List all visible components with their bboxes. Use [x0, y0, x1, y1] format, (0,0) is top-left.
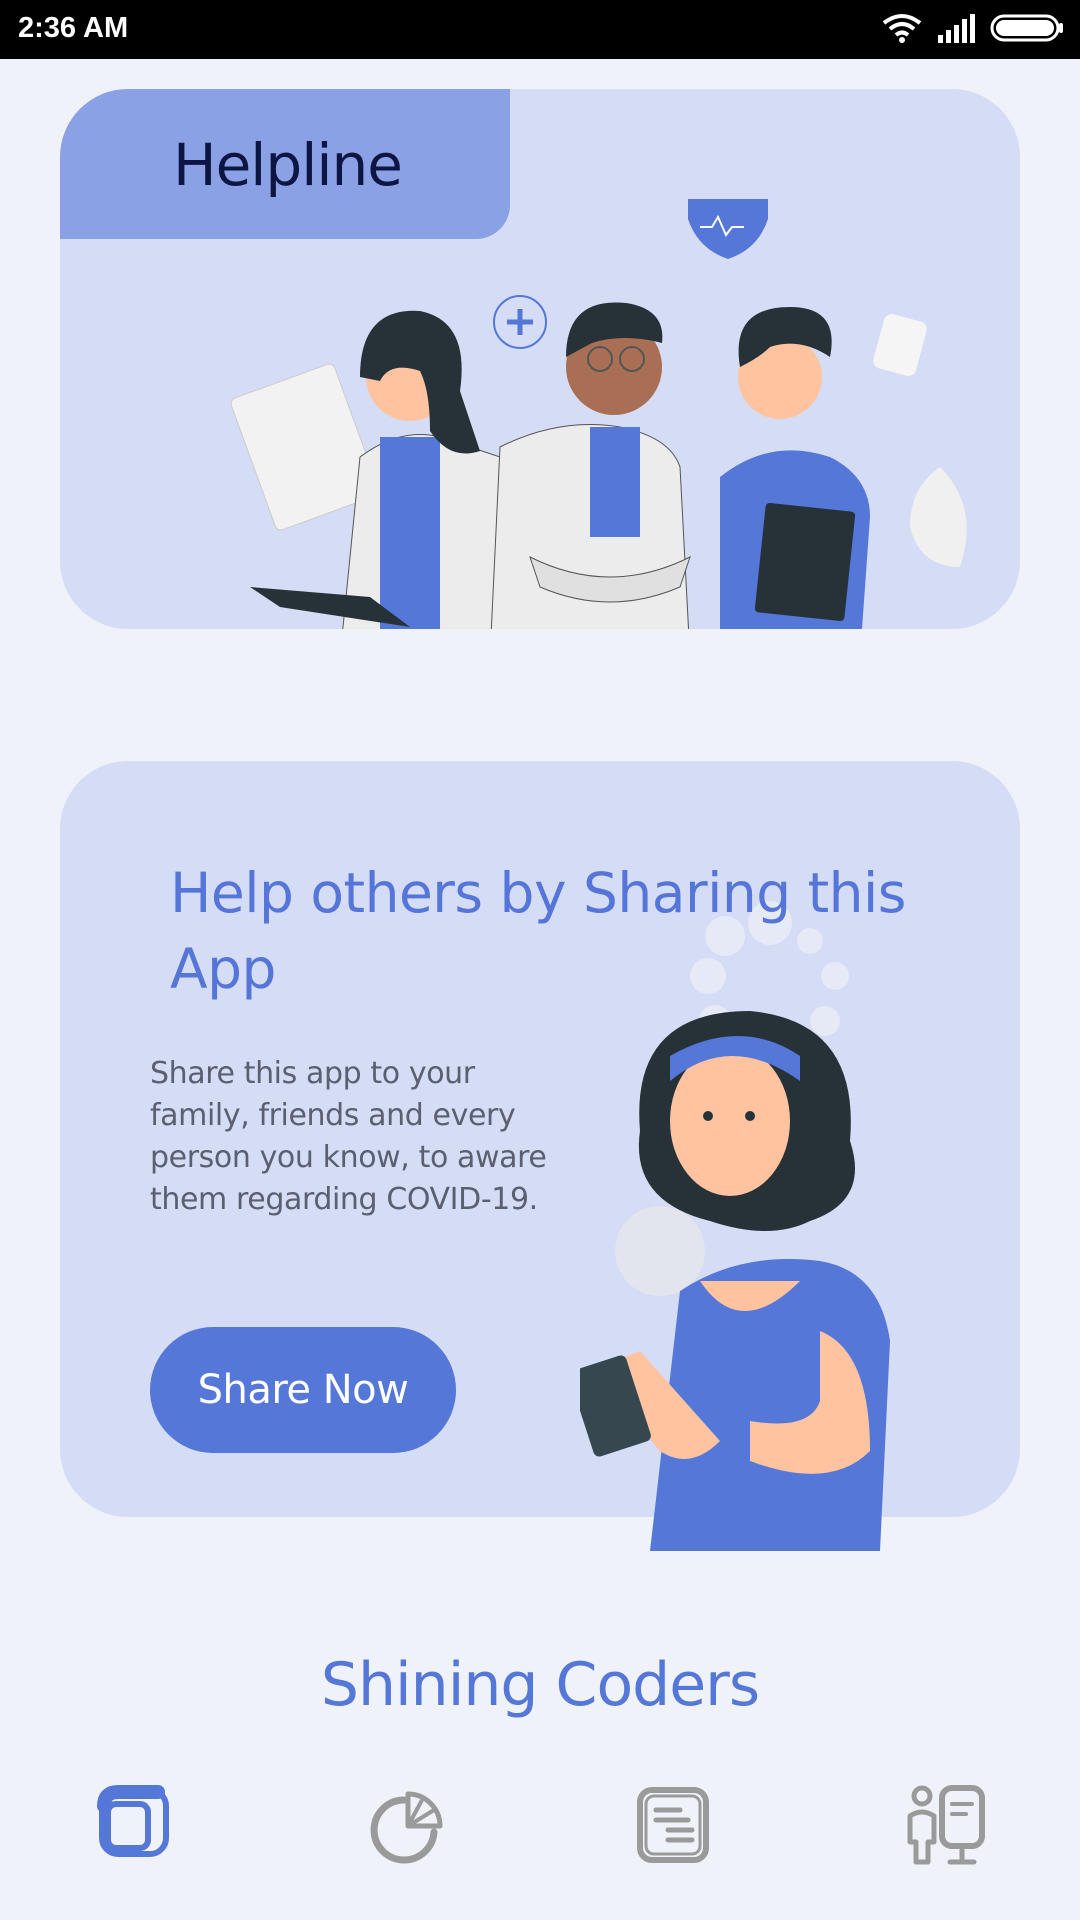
nav-home[interactable] — [90, 1780, 180, 1870]
nav-advice[interactable] — [900, 1780, 990, 1870]
status-icons — [882, 12, 1064, 48]
nav-stats[interactable] — [360, 1780, 450, 1870]
bottom-nav — [0, 1780, 1080, 1880]
wifi-icon — [882, 13, 922, 47]
status-time: 2:36 AM — [18, 12, 129, 44]
share-title: Help others by Sharing this App — [170, 861, 906, 1001]
share-card: Help others by Sharing this App Share th… — [60, 761, 1020, 1551]
signal-icon — [936, 13, 976, 47]
nav-news[interactable] — [630, 1780, 720, 1870]
doctors-illustration — [230, 199, 967, 629]
home-square-icon — [97, 1785, 169, 1857]
share-now-button[interactable]: Share Now — [150, 1327, 456, 1453]
pie-chart-icon — [370, 1791, 443, 1864]
helpline-title: Helpline — [173, 131, 403, 199]
advice-icon — [907, 1785, 985, 1865]
footer-brand: Shining Coders — [320, 1650, 760, 1720]
news-list-icon — [637, 1787, 709, 1863]
helpline-card[interactable]: Helpline — [60, 89, 1020, 629]
share-description: Share this app to your family, friends a… — [150, 1056, 547, 1217]
battery-icon — [990, 13, 1064, 47]
status-bar: 2:36 AM — [0, 0, 1080, 59]
